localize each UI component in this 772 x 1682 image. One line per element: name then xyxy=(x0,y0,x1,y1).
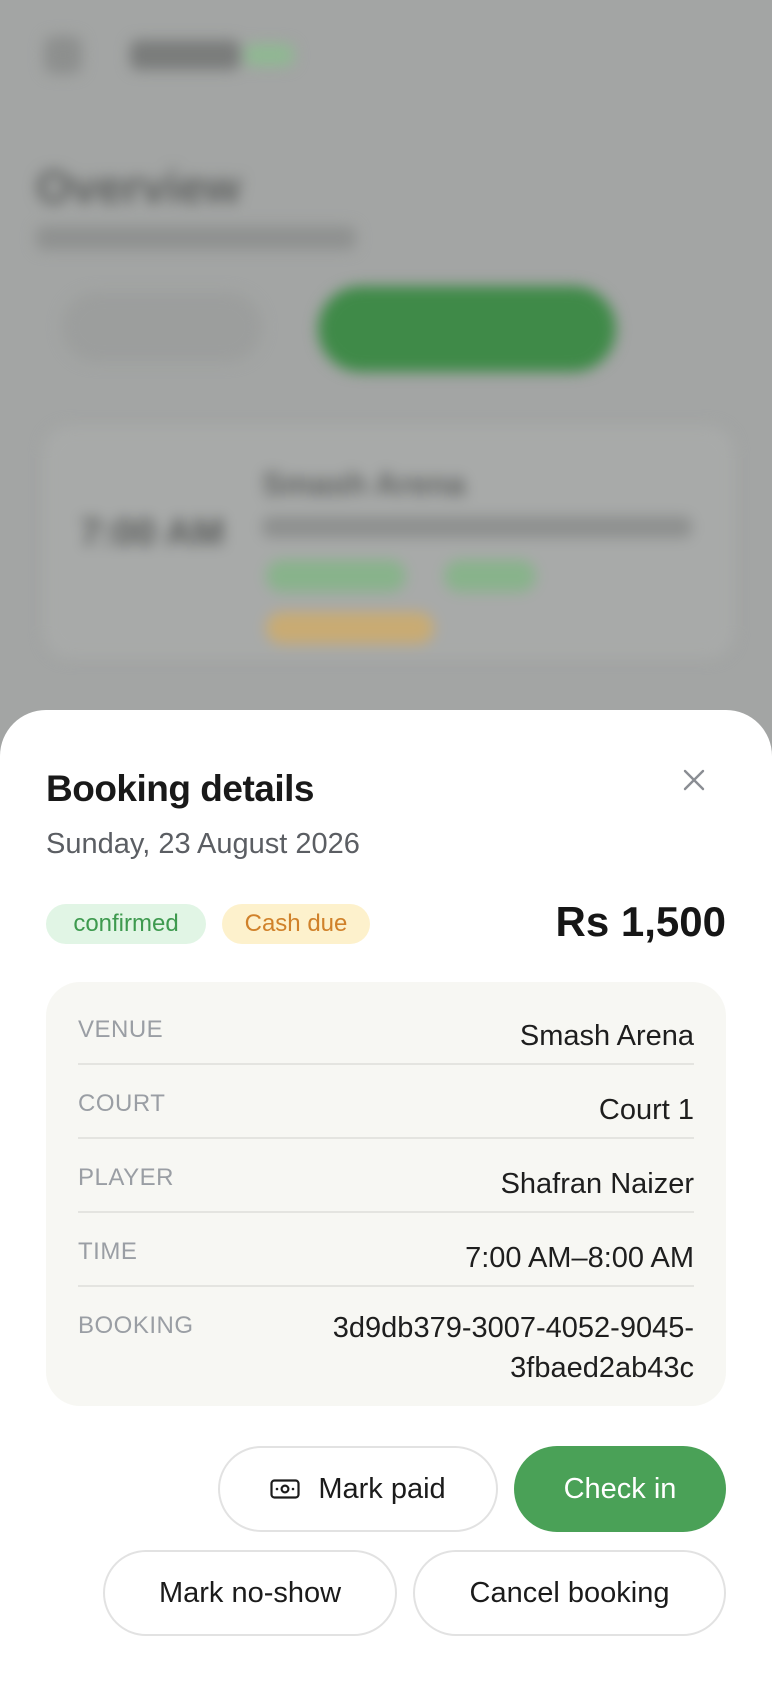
player-value: Shafran Naizer xyxy=(500,1168,694,1200)
close-icon xyxy=(683,769,705,796)
menu-icon xyxy=(44,36,82,74)
player-label: PLAYER xyxy=(78,1164,174,1191)
check-in-button[interactable]: Check in xyxy=(514,1446,726,1532)
booking-date: Sunday, 23 August 2026 xyxy=(46,828,360,860)
divider xyxy=(78,1285,694,1287)
background-card-venue: Smash Arena xyxy=(262,466,466,502)
status-badge: confirmed xyxy=(46,904,206,944)
payment-badge: Cash due xyxy=(222,904,370,944)
background-pill xyxy=(444,560,536,592)
background-primary-button xyxy=(318,286,616,372)
background-pill xyxy=(266,612,434,644)
check-in-label: Check in xyxy=(563,1472,677,1505)
background-page-title: Overview xyxy=(36,161,241,213)
background-subtitle xyxy=(36,226,356,250)
background-pill xyxy=(266,560,406,592)
mark-no-show-button[interactable]: Mark no-show xyxy=(103,1550,397,1636)
background-outline-button xyxy=(62,292,262,362)
divider xyxy=(78,1063,694,1065)
close-button[interactable] xyxy=(672,760,716,804)
cancel-booking-button[interactable]: Cancel booking xyxy=(413,1550,726,1636)
court-label: COURT xyxy=(78,1090,166,1117)
mark-paid-button[interactable]: Mark paid xyxy=(218,1446,498,1532)
divider xyxy=(78,1211,694,1213)
cancel-booking-label: Cancel booking xyxy=(469,1576,670,1609)
booking-details-sheet: Booking details Sunday, 23 August 2026 c… xyxy=(0,710,772,1682)
booking-label: BOOKING xyxy=(78,1312,194,1339)
booking-id-value: 3d9db379-3007-4052-9045-3fbaed2ab43c xyxy=(332,1312,694,1384)
background-card-time: 7:00 AM xyxy=(80,512,225,554)
divider xyxy=(78,1137,694,1139)
app-logo xyxy=(130,40,240,70)
cash-icon xyxy=(270,1479,300,1499)
background-card-line xyxy=(262,516,692,538)
booking-amount: Rs 1,500 xyxy=(555,898,726,945)
sheet-title: Booking details xyxy=(46,768,314,809)
venue-value: Smash Arena xyxy=(519,1020,694,1052)
details-panel: VENUE Smash Arena COURT Court 1 PLAYER S… xyxy=(46,982,726,1406)
app-logo-accent xyxy=(244,44,294,66)
venue-label: VENUE xyxy=(78,1016,164,1043)
mark-paid-label: Mark paid xyxy=(318,1472,446,1505)
court-value: Court 1 xyxy=(598,1094,694,1126)
mark-no-show-label: Mark no-show xyxy=(158,1576,342,1609)
time-label: TIME xyxy=(78,1238,138,1265)
time-value: 7:00 AM–8:00 AM xyxy=(465,1242,694,1274)
